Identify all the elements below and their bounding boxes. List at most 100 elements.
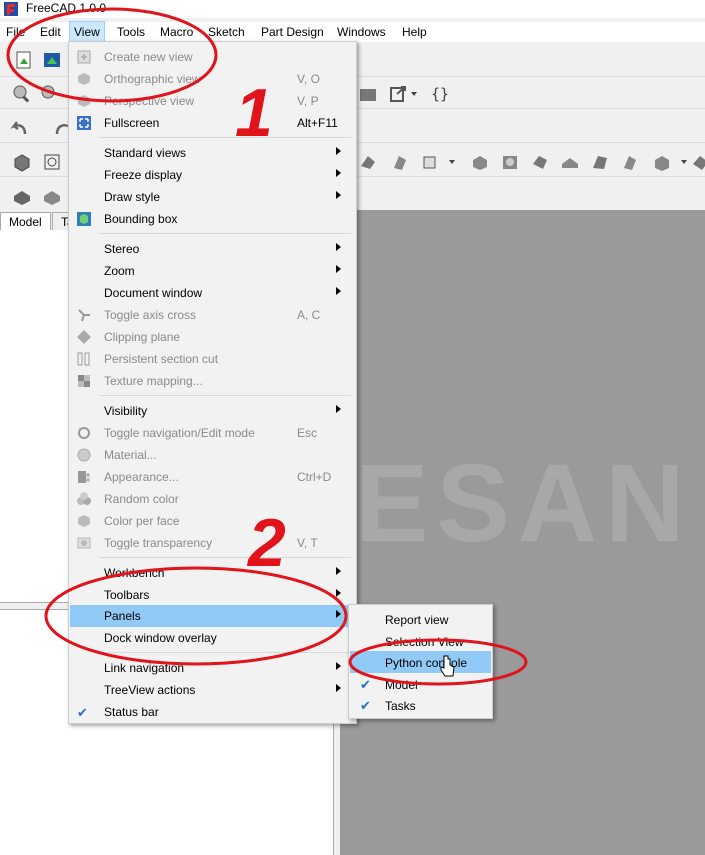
part-feature-icon-9[interactable] bbox=[620, 152, 640, 172]
cube-icon bbox=[78, 73, 90, 85]
menu-macro[interactable]: Macro bbox=[156, 22, 197, 42]
view-menu: Create new view Orthographic view V, O P… bbox=[68, 41, 357, 724]
menu-item-stereo[interactable]: Stereo bbox=[70, 238, 355, 260]
submenu-item-model[interactable]: ✔ Model bbox=[350, 673, 491, 695]
menu-item-persistent-section-cut[interactable]: Persistent section cut bbox=[70, 348, 355, 370]
fullscreen-icon bbox=[77, 116, 91, 130]
menu-item-treeview-actions[interactable]: TreeView actions bbox=[70, 679, 355, 701]
part-feature-icon-7[interactable] bbox=[560, 152, 580, 172]
part-feature-icon-8[interactable] bbox=[590, 152, 610, 172]
submenu-arrow-icon bbox=[336, 405, 341, 413]
checkmark-icon: ✔ bbox=[77, 705, 88, 720]
menu-sketch[interactable]: Sketch bbox=[204, 22, 249, 42]
menu-item-perspective-view[interactable]: Perspective view V, P bbox=[70, 90, 355, 112]
zoom-icon[interactable] bbox=[12, 84, 32, 104]
menu-item-visibility[interactable]: Visibility bbox=[70, 400, 355, 422]
menu-item-standard-views[interactable]: Standard views bbox=[70, 142, 355, 164]
freecad-logo-icon bbox=[4, 2, 18, 16]
menu-view[interactable]: View bbox=[69, 21, 105, 42]
part-box-icon[interactable] bbox=[12, 152, 32, 172]
menu-item-material[interactable]: Material... bbox=[70, 444, 355, 466]
new-document-icon[interactable] bbox=[14, 50, 34, 70]
part-feature-icon-2[interactable] bbox=[390, 152, 410, 172]
submenu-arrow-icon bbox=[336, 169, 341, 177]
axis-cross-icon bbox=[78, 309, 90, 322]
menu-item-toggle-navigation[interactable]: Toggle navigation/Edit mode Esc bbox=[70, 422, 355, 444]
macro-braces-icon[interactable]: {} bbox=[430, 84, 450, 104]
menu-item-create-new-view[interactable]: Create new view bbox=[70, 46, 355, 68]
menu-tools[interactable]: Tools bbox=[113, 22, 149, 42]
open-document-icon[interactable] bbox=[42, 50, 62, 70]
menu-item-status-bar[interactable]: ✔ Status bar bbox=[70, 701, 355, 723]
submenu-item-tasks[interactable]: ✔ Tasks bbox=[350, 694, 491, 716]
panels-submenu: Report view Selection View Python consol… bbox=[348, 604, 493, 719]
menu-item-panels[interactable]: Panels bbox=[70, 605, 355, 627]
submenu-item-selection-view[interactable]: Selection View bbox=[350, 630, 491, 652]
menu-item-toggle-axis-cross[interactable]: Toggle axis cross A, C bbox=[70, 304, 355, 326]
menu-item-document-window[interactable]: Document window bbox=[70, 282, 355, 304]
zoom-fit-icon[interactable] bbox=[40, 84, 60, 104]
menu-item-color-per-face[interactable]: Color per face bbox=[70, 510, 355, 532]
menu-item-draw-style[interactable]: Draw style bbox=[70, 186, 355, 208]
dropdown-arrow-icon-3[interactable] bbox=[681, 160, 687, 164]
part-feature-icon-3[interactable] bbox=[420, 152, 440, 172]
menu-part-design[interactable]: Part Design bbox=[257, 22, 328, 42]
random-color-icon bbox=[77, 492, 91, 505]
submenu-arrow-icon bbox=[336, 662, 341, 670]
menu-item-bounding-box[interactable]: Bounding box bbox=[70, 208, 355, 230]
sketch-plane-icon[interactable] bbox=[42, 152, 62, 172]
checkmark-icon: ✔ bbox=[360, 677, 371, 692]
menu-item-toolbars[interactable]: Toolbars bbox=[70, 584, 355, 606]
part-feature-icon-4[interactable] bbox=[470, 152, 490, 172]
part-feature-icon-11[interactable] bbox=[690, 152, 705, 172]
menu-item-dock-window-overlay[interactable]: Dock window overlay bbox=[70, 627, 355, 649]
submenu-arrow-icon bbox=[336, 287, 341, 295]
transparency-icon bbox=[77, 537, 91, 549]
tab-model[interactable]: Model bbox=[0, 212, 51, 231]
bounding-box-icon bbox=[77, 212, 91, 226]
menu-item-clipping-plane[interactable]: Clipping plane bbox=[70, 326, 355, 348]
submenu-arrow-icon bbox=[336, 610, 341, 618]
color-per-face-icon bbox=[78, 515, 90, 527]
pocket-icon[interactable] bbox=[42, 186, 62, 206]
submenu-arrow-icon bbox=[336, 589, 341, 597]
cube-icon bbox=[78, 95, 90, 107]
dropdown-arrow-icon-2[interactable] bbox=[449, 160, 455, 164]
pad-icon[interactable] bbox=[12, 186, 32, 206]
menu-file[interactable]: File bbox=[2, 22, 29, 42]
menu-windows[interactable]: Windows bbox=[333, 22, 390, 42]
material-icon bbox=[77, 448, 91, 462]
menu-item-zoom[interactable]: Zoom bbox=[70, 260, 355, 282]
menu-item-workbench[interactable]: Workbench bbox=[70, 562, 355, 584]
folder-icon[interactable] bbox=[358, 84, 378, 104]
menu-item-texture-mapping[interactable]: Texture mapping... bbox=[70, 370, 355, 392]
menu-edit[interactable]: Edit bbox=[36, 22, 65, 42]
checkmark-icon: ✔ bbox=[360, 698, 371, 713]
submenu-arrow-icon bbox=[336, 243, 341, 251]
dropdown-arrow-icon[interactable] bbox=[411, 92, 417, 96]
submenu-item-report-view[interactable]: Report view bbox=[350, 608, 491, 630]
menu-item-random-color[interactable]: Random color bbox=[70, 488, 355, 510]
viewport-watermark: ESAN bbox=[355, 442, 693, 565]
svg-text:{}: {} bbox=[431, 85, 449, 103]
undo-icon[interactable] bbox=[10, 118, 30, 138]
appearance-icon bbox=[78, 471, 90, 483]
submenu-arrow-icon bbox=[336, 147, 341, 155]
export-icon[interactable] bbox=[388, 84, 408, 104]
submenu-item-python-console[interactable]: Python console bbox=[350, 651, 491, 673]
title-bar: FreeCAD 1.0.0 bbox=[0, 0, 705, 18]
menu-bar: File Edit View Tools Macro Sketch Part D… bbox=[0, 21, 705, 42]
submenu-arrow-icon bbox=[336, 567, 341, 575]
menu-item-appearance[interactable]: Appearance... Ctrl+D bbox=[70, 466, 355, 488]
menu-item-freeze-display[interactable]: Freeze display bbox=[70, 164, 355, 186]
menu-help[interactable]: Help bbox=[398, 22, 431, 42]
part-feature-icon-10[interactable] bbox=[652, 152, 672, 172]
menu-item-link-navigation[interactable]: Link navigation bbox=[70, 657, 355, 679]
part-feature-icon-6[interactable] bbox=[530, 152, 550, 172]
new-view-icon bbox=[77, 50, 91, 64]
part-feature-icon-1[interactable] bbox=[358, 152, 378, 172]
part-feature-icon-5[interactable] bbox=[500, 152, 520, 172]
menu-item-fullscreen[interactable]: Fullscreen Alt+F11 bbox=[70, 112, 355, 134]
menu-item-orthographic-view[interactable]: Orthographic view V, O bbox=[70, 68, 355, 90]
menu-item-toggle-transparency[interactable]: Toggle transparency V, T bbox=[70, 532, 355, 554]
